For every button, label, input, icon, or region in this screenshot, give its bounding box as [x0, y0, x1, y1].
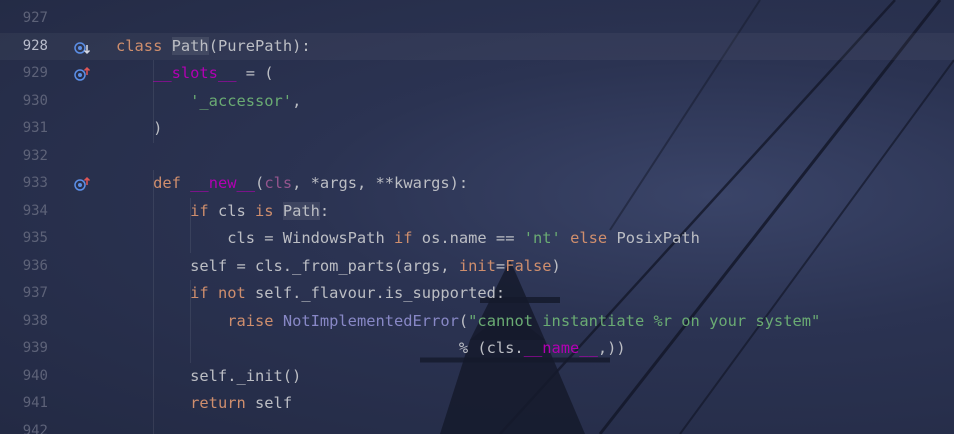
line-number[interactable]: 930	[0, 88, 48, 116]
indent-guide	[190, 197, 192, 253]
line-number[interactable]: 937	[0, 280, 48, 308]
code-text[interactable]: raise NotImplementedError("cannot instan…	[116, 308, 820, 336]
code-text[interactable]: if cls is Path:	[116, 198, 329, 226]
line-number[interactable]: 940	[0, 363, 48, 391]
code-token: (	[458, 311, 469, 330]
line-number[interactable]: 938	[0, 308, 48, 336]
code-token: ,	[292, 91, 302, 110]
code-line[interactable]: 937 if not self._flavour.is_supported:	[0, 280, 954, 308]
code-token: ,))	[597, 339, 626, 357]
code-line[interactable]: 932	[0, 143, 954, 171]
code-token: =	[495, 256, 506, 275]
code-token: os.name ==	[421, 229, 524, 247]
indent-guide	[153, 170, 155, 434]
line-number[interactable]: 942	[0, 418, 48, 434]
code-token: (PurePath):	[208, 36, 311, 55]
code-token: PosixPath	[616, 229, 700, 247]
code-line[interactable]: 936 self = cls._from_parts(args, init=Fa…	[0, 253, 954, 281]
code-text[interactable]: )	[116, 115, 162, 143]
code-line[interactable]: 942	[0, 418, 954, 434]
code-token: self._flavour.is_supported:	[255, 284, 506, 302]
indent-guide	[153, 60, 155, 143]
code-text[interactable]: class Path(PurePath):	[116, 33, 311, 61]
indent-guide	[190, 280, 192, 363]
code-line[interactable]: 930 '_accessor',	[0, 88, 954, 116]
code-text[interactable]: __slots__ = (	[116, 60, 274, 88]
code-line[interactable]: 941 return self	[0, 390, 954, 418]
code-token: Path	[171, 36, 209, 55]
code-token: self = cls._from_parts(args,	[116, 256, 459, 275]
line-number[interactable]: 927	[0, 5, 48, 33]
line-number[interactable]: 941	[0, 390, 48, 418]
code-token: = (	[236, 64, 274, 82]
code-token: raise	[227, 311, 283, 330]
code-token: cls	[217, 201, 256, 220]
code-text[interactable]: self = cls._from_parts(args, init=False)	[116, 253, 561, 281]
code-line[interactable]: 929 __slots__ = (	[0, 60, 954, 88]
code-text[interactable]: self._init()	[116, 363, 301, 391]
code-token: def	[153, 174, 191, 192]
code-line[interactable]: 935 cls = WindowsPath if os.name == 'nt'…	[0, 225, 954, 253]
code-token: return	[190, 394, 256, 412]
code-line[interactable]: 927	[0, 5, 954, 33]
code-line[interactable]: 938 raise NotImplementedError("cannot in…	[0, 308, 954, 336]
line-number[interactable]: 929	[0, 60, 48, 88]
code-token: else	[570, 229, 617, 247]
code-token: '_accessor'	[190, 91, 293, 110]
implemented-overridden-icon[interactable]	[74, 39, 92, 55]
code-token: if not	[190, 284, 256, 302]
line-number[interactable]: 928	[0, 33, 48, 61]
code-token: class	[116, 36, 172, 55]
code-token: __name__	[523, 339, 598, 357]
line-number[interactable]: 931	[0, 115, 48, 143]
code-token: Path	[282, 201, 320, 220]
code-token: (	[255, 174, 265, 192]
code-token: if	[393, 229, 422, 247]
code-token: __slots__	[153, 64, 237, 82]
code-text[interactable]: return self	[116, 390, 292, 418]
code-line[interactable]: 940 self._init()	[0, 363, 954, 391]
code-text[interactable]: def __new__(cls, *args, **kwargs):	[116, 170, 468, 198]
code-token: NotImplementedError	[282, 311, 459, 330]
code-text[interactable]: if not self._flavour.is_supported:	[116, 280, 505, 308]
code-text[interactable]: '_accessor',	[116, 88, 301, 116]
code-token: __new__	[190, 174, 256, 192]
line-number[interactable]: 934	[0, 198, 48, 226]
line-number[interactable]: 936	[0, 253, 48, 281]
code-text[interactable]: cls = WindowsPath if os.name == 'nt' els…	[116, 225, 700, 253]
overrides-icon[interactable]	[74, 176, 92, 192]
code-token: is	[255, 201, 283, 220]
code-editor[interactable]: 927 928 class Path(PurePath): 929 __slots__…	[0, 0, 954, 434]
code-token: if	[190, 201, 218, 220]
code-token: self._init()	[116, 366, 302, 385]
code-token: 'nt'	[523, 229, 561, 247]
code-line[interactable]: 939 % (cls.__name__,))	[0, 335, 954, 363]
line-number[interactable]: 935	[0, 225, 48, 253]
code-token: "cannot instantiate %r on your system"	[468, 311, 821, 330]
code-line[interactable]: 928 class Path(PurePath):	[0, 32, 954, 61]
code-token: self	[255, 394, 293, 412]
code-token: )	[116, 119, 163, 137]
code-token: False	[505, 256, 552, 275]
code-token: cls = WindowsPath	[116, 229, 394, 247]
code-token: % (cls.	[116, 339, 524, 357]
code-line[interactable]: 931 )	[0, 115, 954, 143]
code-token: )	[551, 256, 561, 275]
line-number[interactable]: 939	[0, 335, 48, 363]
overrides-icon[interactable]	[74, 66, 92, 82]
line-number[interactable]: 933	[0, 170, 48, 198]
code-token: , *args, **kwargs):	[292, 174, 469, 192]
line-number[interactable]: 932	[0, 143, 48, 171]
code-line[interactable]: 934 if cls is Path:	[0, 198, 954, 226]
code-text[interactable]: % (cls.__name__,))	[116, 335, 626, 363]
code-token: :	[319, 201, 330, 220]
code-token: cls	[264, 174, 293, 192]
code-line[interactable]: 933 def __new__(cls, *args, **kwargs):	[0, 170, 954, 198]
code-token: init	[458, 256, 496, 275]
